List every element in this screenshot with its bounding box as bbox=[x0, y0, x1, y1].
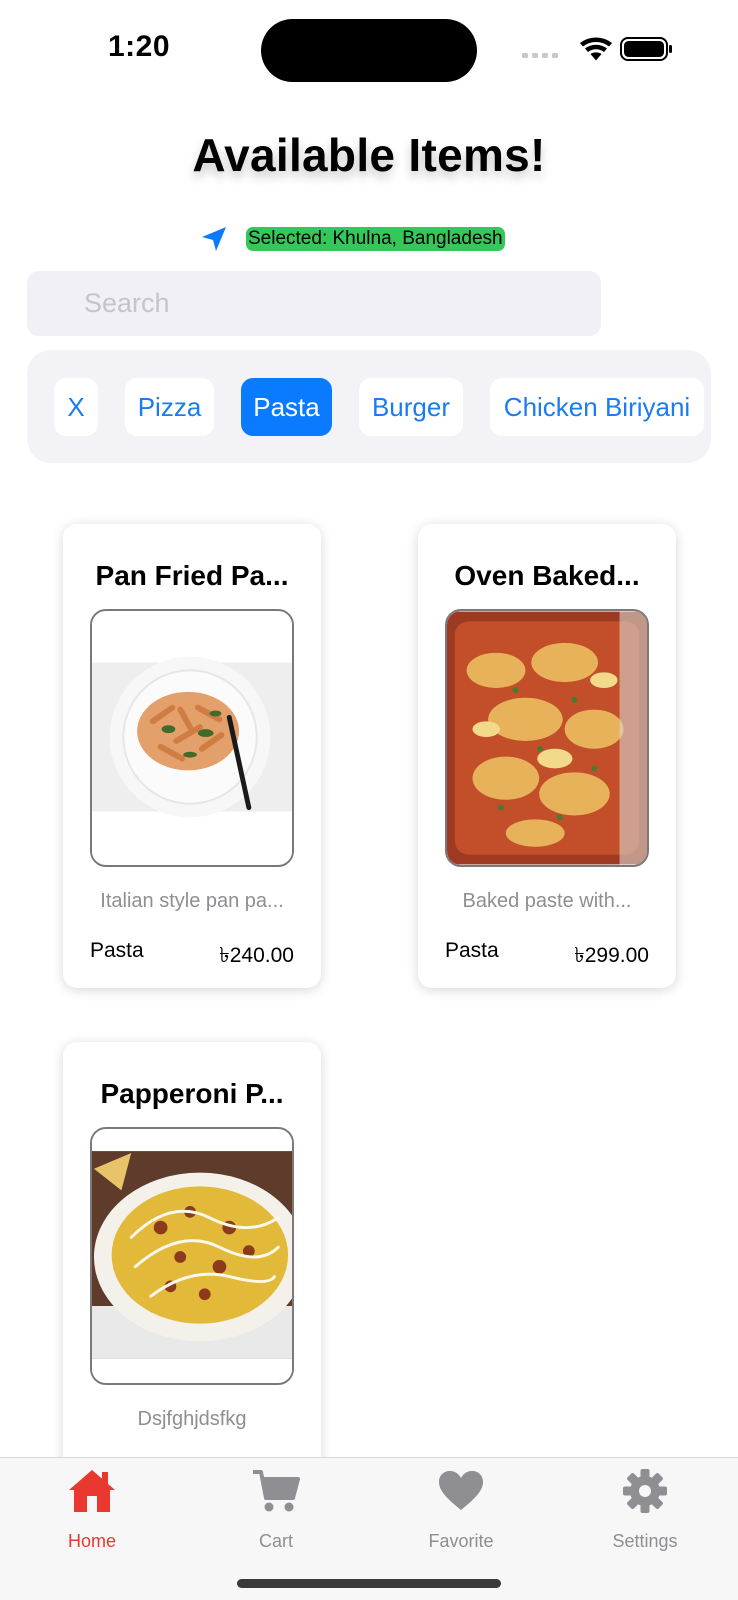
status-icons bbox=[522, 37, 672, 61]
category-filter-bar: X Pizza Pasta Burger Chicken Biriyani bbox=[27, 350, 711, 463]
cart-icon bbox=[253, 1470, 300, 1512]
battery-icon bbox=[620, 37, 672, 61]
status-time: 1:20 bbox=[108, 30, 171, 63]
tab-home[interactable]: Home bbox=[17, 1458, 167, 1558]
dynamic-island bbox=[261, 19, 477, 82]
tab-label: Home bbox=[67, 1531, 116, 1551]
tab-settings[interactable]: Settings bbox=[570, 1458, 720, 1558]
app-screen: 1:20 Available Items! Selected: Khulna, … bbox=[0, 0, 738, 1600]
location-row[interactable]: Selected: Khulna, Bangladesh bbox=[200, 222, 540, 254]
baked-pasta-image bbox=[447, 611, 647, 865]
item-card[interactable]: Papperoni P... Dsjfghjdsfkg bbox=[63, 1042, 321, 1506]
item-card[interactable]: Oven Baked... Baked paste with... Pasta … bbox=[418, 524, 676, 988]
item-title: Pan Fried Pa... bbox=[95, 560, 289, 591]
search-input[interactable] bbox=[27, 271, 601, 336]
item-category: Pasta bbox=[445, 939, 499, 962]
category-chip-clear[interactable]: X bbox=[54, 378, 98, 436]
item-price: ৳299.00 bbox=[574, 944, 649, 967]
tab-label: Settings bbox=[612, 1531, 678, 1551]
item-card[interactable]: Pan Fried Pa... Italian style pan pa... … bbox=[63, 524, 321, 988]
item-price: ৳240.00 bbox=[219, 944, 294, 967]
tab-label: Favorite bbox=[428, 1531, 494, 1551]
item-description: Baked paste with... bbox=[462, 890, 632, 912]
selected-location-badge: Selected: Khulna, Bangladesh bbox=[246, 227, 505, 251]
page-title: Available Items! bbox=[192, 129, 546, 181]
item-title: Papperoni P... bbox=[100, 1078, 284, 1109]
gear-icon bbox=[623, 1469, 667, 1513]
item-image bbox=[90, 1127, 294, 1385]
home-indicator bbox=[237, 1579, 501, 1588]
tab-cart[interactable]: Cart bbox=[201, 1458, 351, 1558]
item-category: Pasta bbox=[90, 939, 144, 962]
category-chip-pizza[interactable]: Pizza bbox=[125, 378, 214, 436]
heart-icon bbox=[439, 1471, 483, 1510]
tab-favorite[interactable]: Favorite bbox=[386, 1458, 536, 1558]
item-title: Oven Baked... bbox=[454, 560, 640, 591]
item-description: Italian style pan pa... bbox=[100, 890, 284, 912]
house-icon bbox=[69, 1470, 115, 1512]
penne-pasta-image bbox=[92, 611, 292, 865]
item-image bbox=[90, 609, 294, 867]
category-chip-pasta[interactable]: Pasta bbox=[241, 378, 332, 436]
cellular-signal-icon bbox=[522, 53, 558, 58]
wifi-icon bbox=[580, 37, 612, 61]
pepperoni-nachos-image bbox=[92, 1129, 292, 1383]
item-description: Dsjfghjdsfkg bbox=[137, 1408, 247, 1430]
category-chip-chicken-biriyani[interactable]: Chicken Biriyani bbox=[490, 378, 704, 436]
tab-label: Cart bbox=[258, 1531, 293, 1551]
location-arrow-icon bbox=[202, 227, 226, 251]
category-chip-burger[interactable]: Burger bbox=[359, 378, 463, 436]
item-image bbox=[445, 609, 649, 867]
